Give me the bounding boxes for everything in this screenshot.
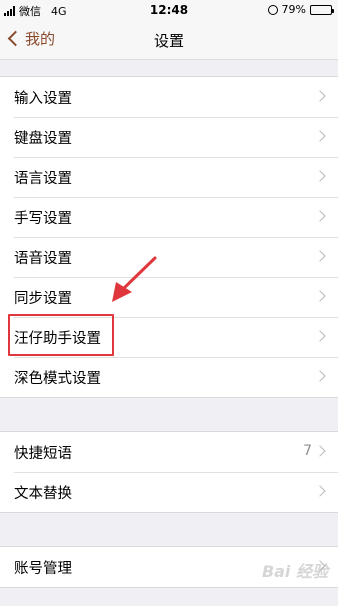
watermark: Bai 经验 — [261, 562, 328, 581]
chevron-right-icon — [314, 130, 326, 142]
chevron-right-icon — [314, 330, 326, 342]
row-label: 文本替换 — [14, 485, 72, 502]
chevron-right-icon — [314, 90, 326, 102]
annotation-highlight-box — [8, 314, 114, 356]
chevron-right-icon — [314, 170, 326, 182]
row-label: 深色模式设置 — [14, 370, 101, 387]
row-label: 语言设置 — [14, 170, 72, 187]
row-label: 快捷短语 — [14, 445, 72, 462]
status-bar: 微信 4G 12:48 79% — [0, 0, 338, 20]
chevron-right-icon — [314, 370, 326, 382]
page-title: 设置 — [153, 32, 184, 50]
chevron-right-icon — [314, 210, 326, 222]
row-keyboard-settings[interactable]: 键盘设置 — [0, 117, 338, 157]
row-label: 输入设置 — [14, 90, 72, 107]
chevron-right-icon — [314, 250, 326, 262]
chevron-right-icon — [314, 485, 326, 497]
row-label: 同步设置 — [14, 290, 72, 307]
row-label: 键盘设置 — [14, 130, 72, 147]
chevron-right-icon — [314, 290, 326, 302]
orientation-lock-icon — [267, 4, 278, 15]
quick-phrases-count: 7 — [303, 443, 312, 459]
row-quick-phrases[interactable]: 快捷短语 7 — [0, 432, 338, 472]
row-sync-settings[interactable]: 同步设置 — [0, 277, 338, 317]
row-label: 手写设置 — [14, 210, 72, 227]
row-text-replacement[interactable]: 文本替换 — [0, 472, 338, 512]
row-label: 语音设置 — [14, 250, 72, 267]
chevron-right-icon — [314, 445, 326, 457]
settings-group-text: 快捷短语 7 文本替换 — [0, 431, 338, 513]
battery-icon — [310, 4, 334, 15]
battery-percent: 79% — [281, 3, 306, 16]
row-language-settings[interactable]: 语言设置 — [0, 157, 338, 197]
status-right: 79% — [267, 3, 334, 16]
row-handwriting-settings[interactable]: 手写设置 — [0, 197, 338, 237]
nav-bar: 我的 设置 — [0, 20, 338, 60]
row-input-settings[interactable]: 输入设置 — [0, 77, 338, 117]
row-voice-settings[interactable]: 语音设置 — [0, 237, 338, 277]
row-dark-mode-settings[interactable]: 深色模式设置 — [0, 357, 338, 397]
row-label: 账号管理 — [14, 560, 72, 577]
